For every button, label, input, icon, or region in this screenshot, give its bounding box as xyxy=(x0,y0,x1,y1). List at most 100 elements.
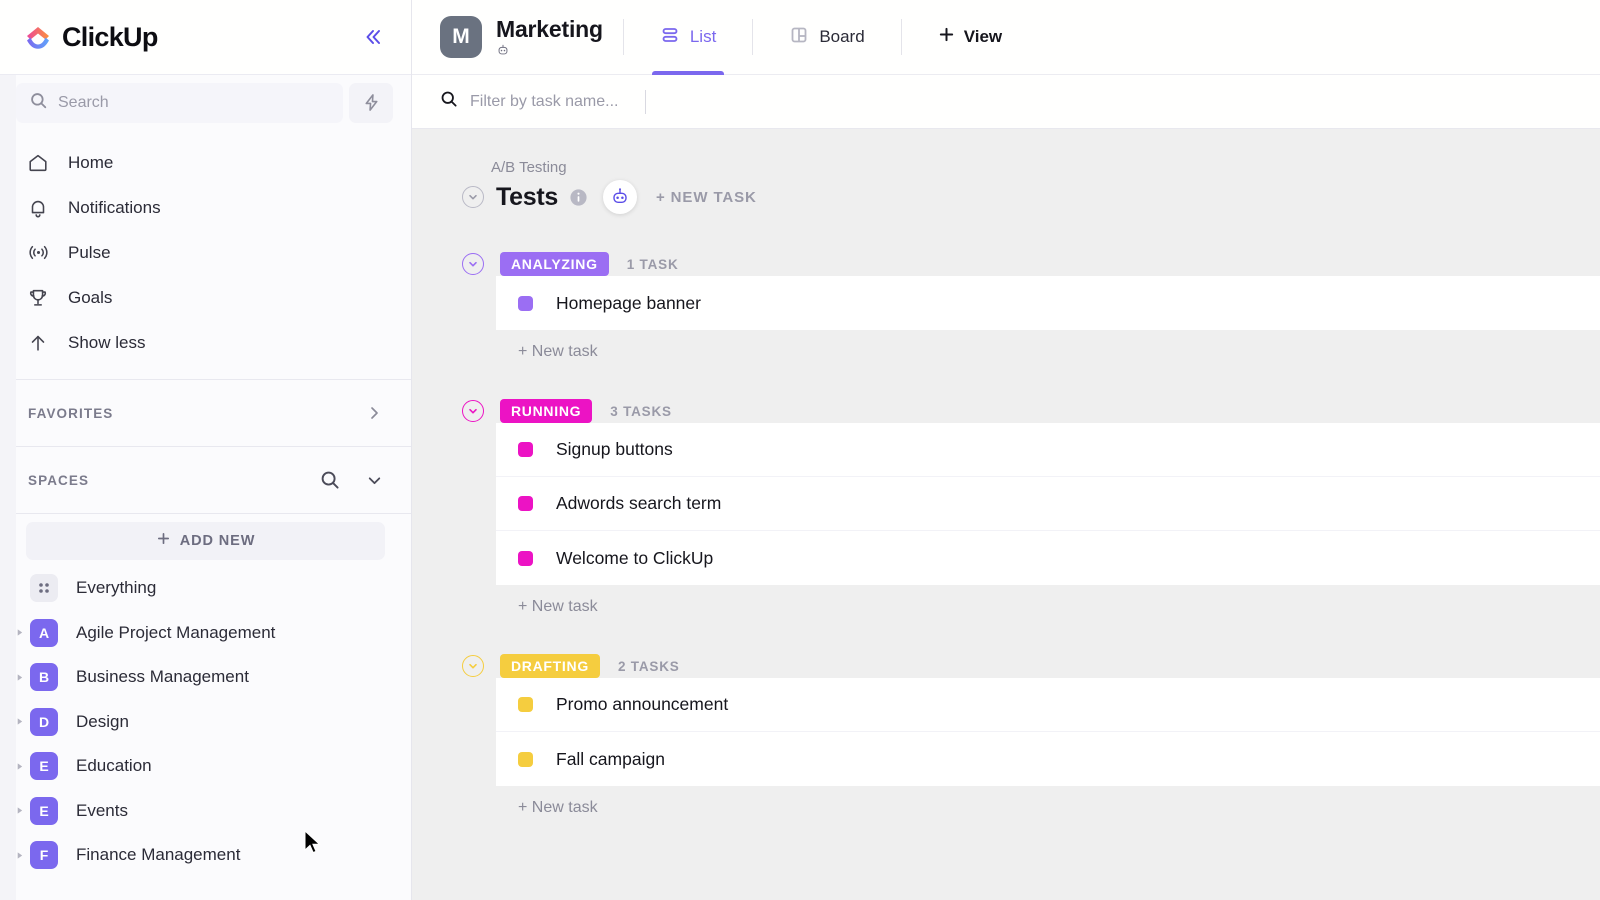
table-row[interactable]: Adwords search term xyxy=(496,477,1600,531)
task-name: Signup buttons xyxy=(556,439,673,459)
sidebar-item-space-agile-project-management[interactable]: A Agile Project Management xyxy=(0,611,411,656)
double-chevron-left-icon[interactable] xyxy=(357,21,389,53)
list-content: A/B Testing Tests + NEW TASK ANALYZING 1… xyxy=(412,129,1600,900)
task-name: Homepage banner xyxy=(556,292,701,313)
board-view-icon xyxy=(789,25,809,50)
sidebar-item-notifications[interactable]: Notifications xyxy=(0,185,411,230)
breadcrumb: A/B Testing xyxy=(491,159,567,176)
search-placeholder: Search xyxy=(58,93,109,111)
status-group-analyzing: ANALYZING 1 TASK Homepage banner + New t… xyxy=(440,252,1600,361)
new-task-button[interactable]: + New task xyxy=(440,786,1600,817)
spaces-list: Everything A Agile Project Management B … xyxy=(0,566,411,878)
space-label: Education xyxy=(76,756,152,776)
sidebar-item-space-business-management[interactable]: B Business Management xyxy=(0,655,411,700)
status-swatch[interactable] xyxy=(518,697,533,712)
robot-icon xyxy=(496,43,603,57)
list-collapse-toggle[interactable] xyxy=(462,186,484,208)
list-view-icon xyxy=(660,25,680,50)
status-swatch[interactable] xyxy=(518,550,533,566)
group-header: ANALYZING 1 TASK xyxy=(440,252,1600,276)
chevron-right-icon[interactable] xyxy=(363,402,385,424)
search-input[interactable]: Search xyxy=(16,82,343,123)
sidebar-item-show-less[interactable]: Show less xyxy=(0,320,411,365)
group-header: DRAFTING 2 TASKS xyxy=(440,654,1600,678)
sidebar-item-pulse[interactable]: Pulse xyxy=(0,230,411,275)
tab-label: Board xyxy=(819,27,865,46)
status-badge[interactable]: ANALYZING xyxy=(500,252,609,276)
divider xyxy=(644,89,646,114)
divider xyxy=(0,513,411,514)
task-name: Fall campaign xyxy=(556,748,665,769)
sidebar-item-label: Goals xyxy=(68,287,113,307)
status-swatch[interactable] xyxy=(518,295,533,311)
plus-icon xyxy=(156,531,171,551)
group-collapse-toggle[interactable] xyxy=(462,400,484,422)
sidebar-search-row: Search xyxy=(0,75,411,130)
tab-board[interactable]: Board xyxy=(773,0,880,75)
add-view-button[interactable]: View xyxy=(922,26,1018,48)
spaces-section-header[interactable]: SPACES xyxy=(0,447,411,513)
table-row[interactable]: Fall campaign xyxy=(496,732,1600,786)
table-row[interactable]: Homepage banner xyxy=(496,276,1600,330)
clickup-app: ClickUp Search Home Notifications Pulse … xyxy=(0,0,1600,900)
add-new-space-button[interactable]: ADD NEW xyxy=(26,522,385,560)
bell-icon xyxy=(26,196,50,220)
chevron-down-icon[interactable] xyxy=(363,469,385,491)
search-icon xyxy=(30,92,47,114)
tab-label: List xyxy=(689,27,717,46)
favorites-section-header[interactable]: FAVORITES xyxy=(0,380,411,446)
tab-list[interactable]: List xyxy=(644,0,732,75)
sidebar-item-space-education[interactable]: E Education xyxy=(0,744,411,789)
new-task-header-button[interactable]: + NEW TASK xyxy=(656,189,757,206)
new-task-button[interactable]: + New task xyxy=(440,330,1600,361)
list-identity[interactable]: M Marketing xyxy=(440,16,603,58)
status-swatch[interactable] xyxy=(518,496,533,511)
filter-placeholder: Filter by task name... xyxy=(470,92,619,110)
list-avatar: M xyxy=(440,16,482,58)
search-icon[interactable] xyxy=(319,469,341,491)
new-task-button[interactable]: + New task xyxy=(440,585,1600,616)
space-label: Events xyxy=(76,800,128,820)
sidebar-edge-strip xyxy=(0,0,16,900)
filter-input[interactable]: Filter by task name... xyxy=(440,90,619,113)
space-label: Finance Management xyxy=(76,845,241,865)
space-label: Everything xyxy=(76,578,157,598)
space-avatar: A xyxy=(30,618,58,647)
sidebar-item-goals[interactable]: Goals xyxy=(0,275,411,320)
arrow-up-icon xyxy=(26,331,50,355)
table-row[interactable]: Promo announcement xyxy=(496,678,1600,732)
status-badge[interactable]: DRAFTING xyxy=(500,654,600,678)
status-swatch[interactable] xyxy=(518,751,533,767)
add-new-label: ADD NEW xyxy=(179,533,256,549)
task-rows: Homepage banner xyxy=(496,276,1600,330)
task-name: Promo announcement xyxy=(556,694,729,714)
sidebar-item-home[interactable]: Home xyxy=(0,140,411,185)
brand-name: ClickUp xyxy=(62,21,158,52)
page-title: Marketing xyxy=(496,15,603,42)
divider xyxy=(752,19,754,55)
lightning-bolt-icon[interactable] xyxy=(349,82,393,123)
sidebar-item-space-events[interactable]: E Events xyxy=(0,789,411,834)
sidebar-item-space-design[interactable]: D Design xyxy=(0,700,411,745)
table-row[interactable]: Signup buttons xyxy=(496,423,1600,477)
status-group-running: RUNNING 3 TASKS Signup buttons Adwords s… xyxy=(440,399,1600,616)
list-panel: A/B Testing Tests + NEW TASK ANALYZING 1… xyxy=(440,147,1600,817)
table-row[interactable]: Welcome to ClickUp xyxy=(496,531,1600,585)
info-icon[interactable] xyxy=(569,188,588,207)
trophy-icon xyxy=(26,286,50,310)
sidebar-item-label: Notifications xyxy=(68,197,161,217)
sidebar-header: ClickUp xyxy=(0,0,411,75)
group-collapse-toggle[interactable] xyxy=(462,655,484,677)
main-area: M Marketing List Board View Filter by ta… xyxy=(412,0,1600,900)
sidebar-item-space-finance-management[interactable]: F Finance Management xyxy=(0,833,411,878)
ai-assistant-button[interactable] xyxy=(602,180,637,214)
sidebar-item-everything[interactable]: Everything xyxy=(0,566,411,611)
favorites-title: FAVORITES xyxy=(28,405,114,421)
status-badge[interactable]: RUNNING xyxy=(500,399,593,423)
sidebar-nav: Home Notifications Pulse Goals Show less xyxy=(0,130,411,379)
status-swatch[interactable] xyxy=(518,442,533,457)
status-group-drafting: DRAFTING 2 TASKS Promo announcement Fall… xyxy=(440,654,1600,817)
group-collapse-toggle[interactable] xyxy=(462,253,484,275)
task-count: 2 TASKS xyxy=(617,658,680,674)
brand-logo[interactable]: ClickUp xyxy=(24,22,158,53)
